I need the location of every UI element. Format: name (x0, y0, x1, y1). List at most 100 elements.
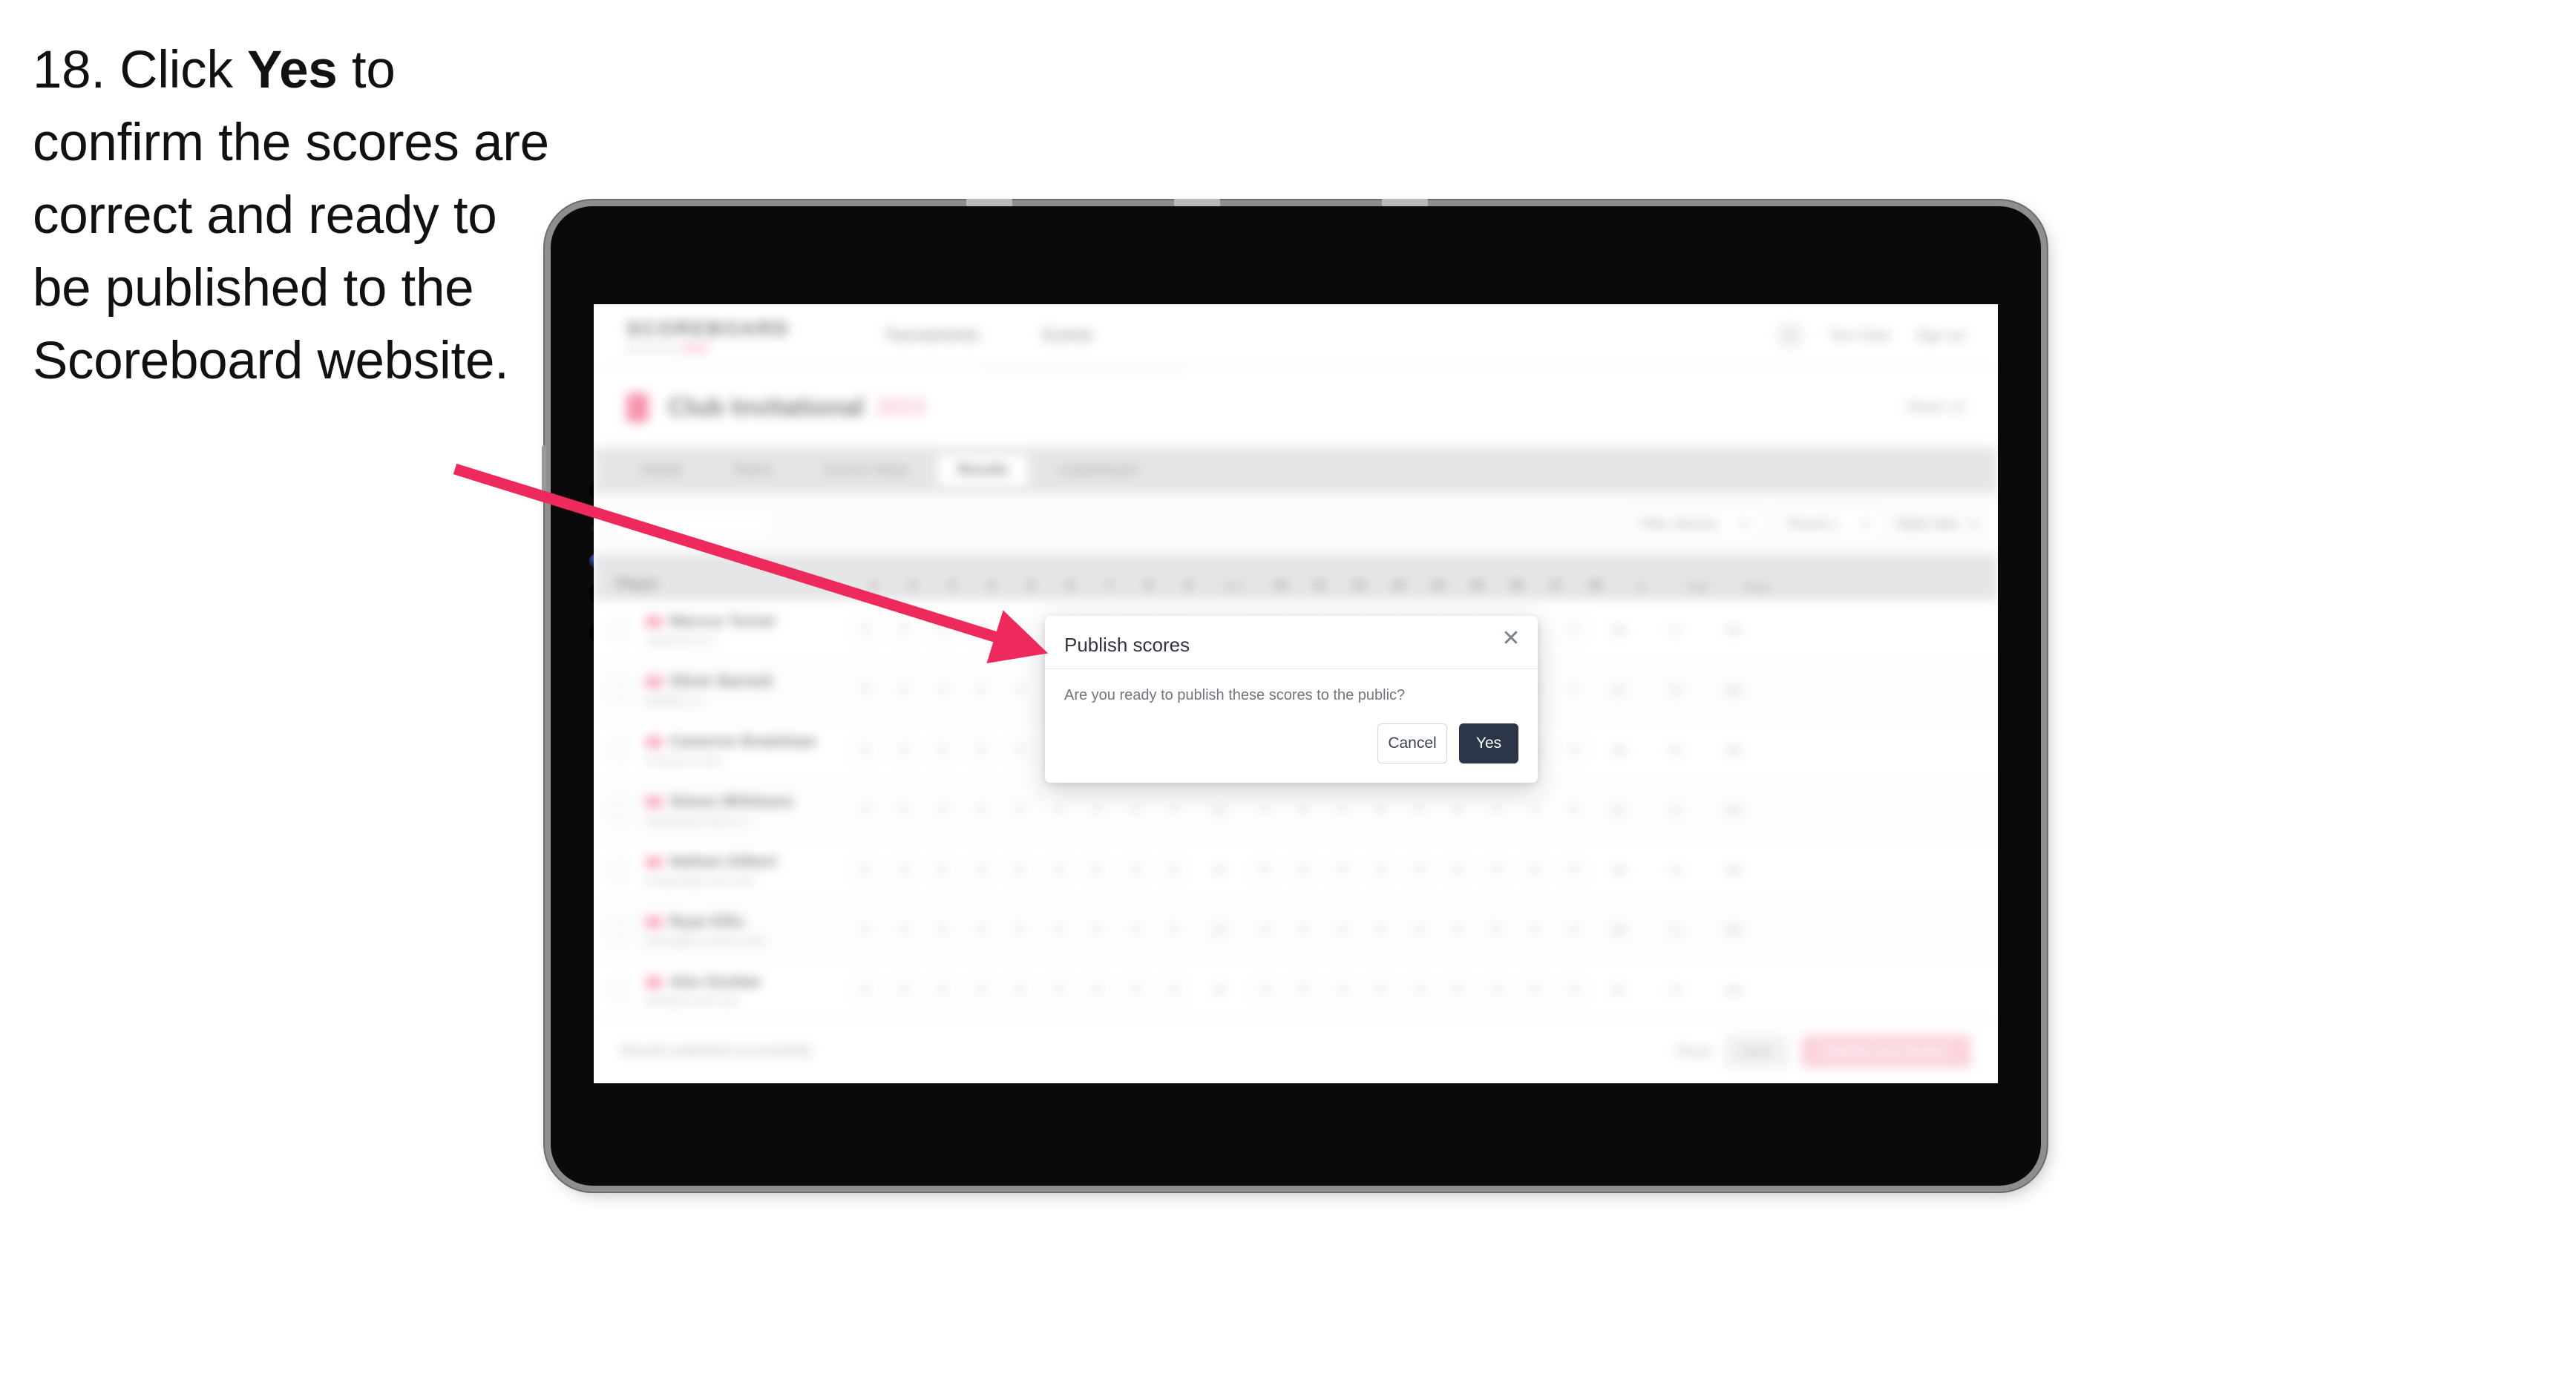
score-cell[interactable]: 4 (1155, 976, 1193, 1005)
nav-item-tournaments[interactable]: Tournaments (885, 326, 979, 345)
score-cell[interactable]: 4 (1116, 976, 1155, 1005)
score-cell[interactable]: 4 (1554, 856, 1593, 884)
score-cell[interactable]: 5 (846, 856, 885, 884)
row-checkbox[interactable] (609, 740, 629, 761)
score-cell[interactable]: 4 (1039, 796, 1078, 824)
reset-link[interactable]: Reset (1677, 1044, 1711, 1060)
tab-course-setup[interactable]: Course Setup (803, 455, 928, 486)
score-cell[interactable]: 4 (846, 796, 885, 824)
tab-leaderboard[interactable]: Leaderboard (1038, 455, 1157, 486)
table-row[interactable]: Alex Dunbar Whitfield Golf Club 4 5 4 5 4 4 3 4 4 3… (594, 961, 1998, 1021)
score-cell[interactable]: 5 (885, 796, 923, 824)
score-cell[interactable]: 5 (1000, 916, 1039, 945)
tab-teams[interactable]: Teams (712, 455, 793, 486)
round-select[interactable]: Round 1 (1774, 508, 1882, 540)
score-cell[interactable]: 4 (1039, 976, 1078, 1005)
score-cell[interactable]: 4 (1116, 796, 1155, 824)
score-cell[interactable]: 4 (1323, 796, 1361, 824)
avatar[interactable] (1777, 323, 1803, 348)
score-cell[interactable]: 4 (1000, 856, 1039, 884)
score-cell[interactable]: 4 (885, 856, 923, 884)
score-cell[interactable]: 4 (885, 736, 923, 764)
score-cell[interactable]: 4 (1438, 976, 1477, 1005)
score-cell[interactable]: 4 (846, 736, 885, 764)
score-cell[interactable]: 4 (1515, 976, 1554, 1005)
score-cell[interactable]: 4 (1554, 676, 1593, 704)
score-cell[interactable]: 4 (1000, 736, 1039, 764)
volume-button[interactable] (542, 445, 546, 500)
score-cell[interactable]: 4 (1323, 976, 1361, 1005)
score-cell[interactable]: 4 (846, 976, 885, 1005)
score-cell[interactable]: 4 (1116, 916, 1155, 945)
score-cell[interactable]: 3 (923, 616, 962, 644)
score-cell[interactable]: 4 (1323, 856, 1361, 884)
nav-item-events[interactable]: Events (1043, 326, 1092, 345)
score-cell[interactable]: 5 (885, 976, 923, 1005)
score-cell[interactable]: 4 (1284, 916, 1323, 945)
score-cell[interactable]: 4 (1554, 616, 1593, 644)
search-input[interactable] (616, 509, 773, 539)
score-cell[interactable]: 4 (962, 796, 1000, 824)
score-cell[interactable]: 5 (1477, 916, 1515, 945)
yes-button[interactable]: Yes (1459, 723, 1518, 763)
score-cell[interactable]: 5 (1155, 916, 1193, 945)
row-checkbox[interactable] (609, 920, 629, 941)
row-checkbox[interactable] (609, 860, 629, 881)
score-cell[interactable]: 5 (962, 736, 1000, 764)
score-cell[interactable]: 3 (1515, 916, 1554, 945)
row-checkbox[interactable] (609, 800, 629, 821)
score-cell[interactable]: 4 (962, 676, 1000, 704)
score-cell[interactable]: 4 (923, 676, 962, 704)
score-cell[interactable]: 4 (1116, 856, 1155, 884)
division-select[interactable]: Filter division (1627, 508, 1762, 540)
score-cell[interactable]: 4 (1477, 856, 1515, 884)
score-cell[interactable]: 4 (1361, 796, 1400, 824)
tab-results[interactable]: Results (938, 455, 1028, 486)
score-cell[interactable]: 3 (923, 736, 962, 764)
score-cell[interactable]: 5 (846, 676, 885, 704)
score-cell[interactable]: 4 (962, 916, 1000, 945)
score-cell[interactable]: 4 (1515, 856, 1554, 884)
score-cell[interactable]: 4 (1361, 976, 1400, 1005)
score-cell[interactable]: 4 (1438, 796, 1477, 824)
score-cell[interactable]: 4 (962, 616, 1000, 644)
sign-out-link[interactable]: Sign out (1916, 328, 1965, 344)
score-cell[interactable]: 5 (962, 976, 1000, 1005)
score-cell[interactable]: 5 (1400, 796, 1438, 824)
table-row[interactable]: Ryan Ellis Stonegate Country Club 4 4 3 4 5 4 4 4… (594, 901, 1998, 961)
score-cell[interactable]: 4 (923, 856, 962, 884)
score-cell[interactable]: 4 (1554, 736, 1593, 764)
cancel-button[interactable]: Cancel (1377, 723, 1447, 763)
table-row[interactable]: Simon Whitmore Hazelwood Park G.C. 4 5 4 4 5 4 3… (594, 781, 1998, 841)
score-cell[interactable]: 3 (1078, 976, 1116, 1005)
score-cell[interactable]: 4 (1155, 856, 1193, 884)
score-cell[interactable]: 4 (1400, 976, 1438, 1005)
brand-logo[interactable]: SCOREBOARD powered by GOLF (626, 318, 790, 354)
score-cell[interactable]: 4 (846, 916, 885, 945)
score-cell[interactable]: 5 (1284, 976, 1323, 1005)
score-cell[interactable]: 4 (1554, 916, 1593, 945)
score-cell[interactable]: 4 (1245, 916, 1284, 945)
score-cell[interactable]: 4 (1155, 796, 1193, 824)
score-cell[interactable]: 4 (885, 676, 923, 704)
score-cell[interactable]: 4 (1515, 796, 1554, 824)
score-cell[interactable]: 4 (1284, 796, 1323, 824)
score-cell[interactable]: 4 (1039, 916, 1078, 945)
score-cell[interactable]: 4 (1245, 976, 1284, 1005)
score-cell[interactable]: 5 (1245, 856, 1284, 884)
row-checkbox[interactable] (609, 980, 629, 1001)
score-cell[interactable]: 5 (1554, 796, 1593, 824)
table-row[interactable]: Nathan Gilbert Kingsbridge Golf Club 5 4 4 4 4… (594, 841, 1998, 901)
view-toggle[interactable]: Table view (1895, 516, 1979, 532)
score-cell[interactable]: 4 (1400, 916, 1438, 945)
score-cell[interactable]: 4 (885, 916, 923, 945)
score-cell[interactable]: 3 (1477, 796, 1515, 824)
score-cell[interactable]: 4 (1000, 976, 1039, 1005)
score-cell[interactable]: 4 (1000, 676, 1039, 704)
score-cell[interactable]: 4 (923, 796, 962, 824)
score-cell[interactable]: 4 (1245, 796, 1284, 824)
score-cell[interactable]: 4 (962, 856, 1000, 884)
score-cell[interactable]: 5 (1284, 856, 1323, 884)
score-cell[interactable]: 5 (1000, 616, 1039, 644)
score-cell[interactable]: 4 (846, 616, 885, 644)
